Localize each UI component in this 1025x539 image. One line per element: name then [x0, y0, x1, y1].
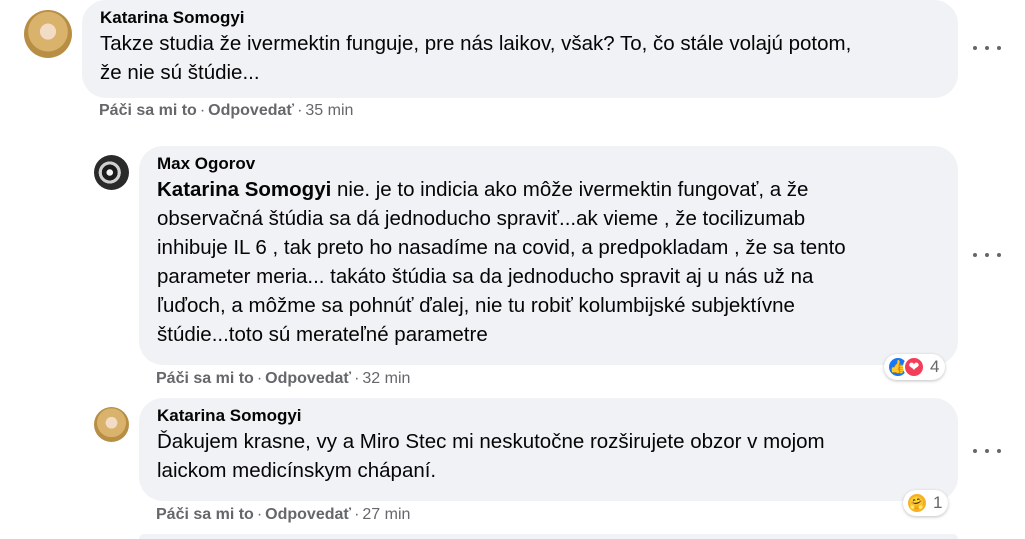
reply-link[interactable]: Odpovedať	[265, 370, 351, 387]
comment-bubble: Max Ogorov Katarina Somogyi nie. je to i…	[139, 146, 958, 365]
comment-actions: Páči sa mi to · Odpovedať · 35 min	[99, 102, 354, 119]
comment-text: Takze studia že ivermektin funguje, pre …	[100, 32, 852, 84]
love-reaction-icon: ❤	[903, 356, 925, 378]
like-link[interactable]: Páči sa mi to	[156, 370, 254, 387]
next-comment-bubble	[139, 534, 958, 539]
more-options-icon[interactable]	[973, 247, 1001, 263]
like-link[interactable]: Páči sa mi to	[99, 102, 197, 119]
comment-actions: Páči sa mi to · Odpovedať · 27 min	[156, 506, 411, 523]
reaction-count: 4	[930, 357, 940, 376]
mention-link[interactable]: Katarina Somogyi	[157, 178, 331, 201]
comment-author[interactable]: Katarina Somogyi	[100, 8, 940, 28]
comment-actions: Páči sa mi to · Odpovedať · 32 min	[156, 370, 411, 387]
comment-bubble: Katarina Somogyi Ďakujem krasne, vy a Mi…	[139, 398, 958, 501]
timestamp[interactable]: 35 min	[305, 102, 353, 119]
timestamp[interactable]: 32 min	[362, 370, 410, 387]
reaction-summary[interactable]: 🤗 1	[903, 490, 949, 516]
timestamp[interactable]: 27 min	[362, 506, 410, 523]
reaction-summary[interactable]: 👍 ❤ 4	[884, 354, 946, 380]
comment-text: Katarina Somogyi nie. je to indicia ako …	[157, 178, 846, 346]
reaction-count: 1	[933, 493, 943, 512]
reply-link[interactable]: Odpovedať	[265, 506, 351, 523]
comment-author[interactable]: Katarina Somogyi	[157, 406, 940, 426]
comment-author[interactable]: Max Ogorov	[157, 154, 940, 174]
care-reaction-icon: 🤗	[906, 492, 928, 514]
avatar[interactable]	[94, 155, 129, 190]
comment-text: Ďakujem krasne, vy a Miro Stec mi neskut…	[157, 430, 825, 482]
avatar[interactable]	[24, 10, 72, 58]
like-link[interactable]: Páči sa mi to	[156, 506, 254, 523]
reply-link[interactable]: Odpovedať	[208, 102, 294, 119]
avatar[interactable]	[94, 407, 129, 442]
more-options-icon[interactable]	[973, 40, 1001, 56]
comment-bubble: Katarina Somogyi Takze studia že ivermek…	[82, 0, 958, 98]
more-options-icon[interactable]	[973, 443, 1001, 459]
